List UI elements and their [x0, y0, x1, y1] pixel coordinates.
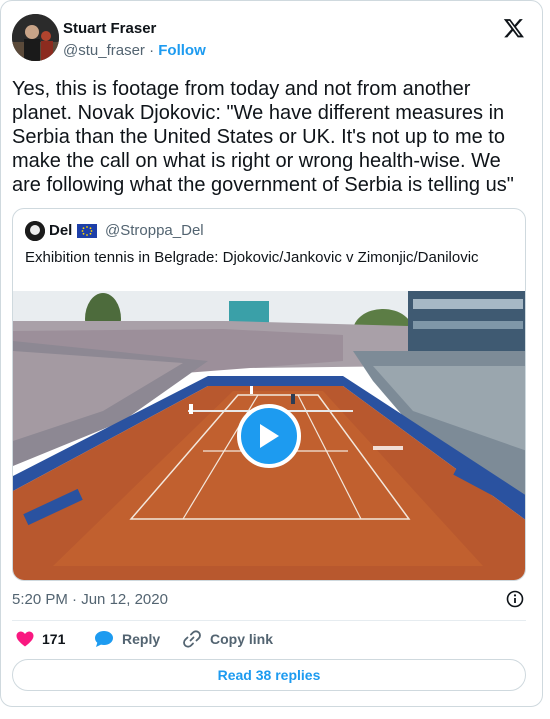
eu-flag-icon: [77, 224, 97, 238]
video-player[interactable]: [13, 291, 525, 580]
copy-link-label: Copy link: [210, 631, 274, 647]
reply-button[interactable]: Reply: [94, 628, 160, 650]
quoted-author-name[interactable]: Del: [49, 221, 72, 241]
quoted-tweet[interactable]: Del @Stroppa_Del Exhibition tennis in Be…: [12, 208, 526, 581]
read-replies-button[interactable]: Read 38 replies: [12, 659, 526, 691]
author-handle[interactable]: @stu_fraser: [63, 42, 145, 59]
timestamp[interactable]: 5:20 PM · Jun 12, 2020: [12, 590, 168, 610]
link-icon: [183, 630, 201, 648]
tweet-card: Stuart Fraser @stu_fraser · Follow Yes, …: [0, 0, 543, 707]
divider: [12, 620, 526, 621]
separator-dot: ·: [72, 591, 78, 608]
heart-icon: [16, 631, 34, 647]
time: 5:20 PM: [12, 591, 68, 608]
quoted-text: Exhibition tennis in Belgrade: Djokovic/…: [25, 249, 479, 266]
reply-label: Reply: [122, 631, 161, 647]
play-button[interactable]: [237, 404, 301, 468]
play-icon: [260, 424, 279, 448]
speech-bubble-icon: [95, 631, 113, 647]
x-logo-icon[interactable]: [503, 17, 525, 39]
separator-dot: ·: [149, 42, 155, 59]
copy-link-button[interactable]: Copy link: [182, 628, 273, 650]
read-replies-label: Read 38 replies: [217, 667, 321, 683]
author-avatar[interactable]: [12, 14, 59, 61]
date: Jun 12, 2020: [81, 591, 168, 608]
info-icon[interactable]: [506, 590, 524, 608]
quoted-author-handle[interactable]: @Stroppa_Del: [105, 221, 204, 241]
like-button[interactable]: 171: [16, 628, 65, 650]
tweet-text: Yes, this is footage from today and not …: [12, 78, 514, 196]
quoted-avatar[interactable]: [25, 221, 45, 241]
author-handle-line: @stu_fraser · Follow: [63, 41, 206, 61]
follow-button[interactable]: Follow: [158, 42, 206, 59]
likes-count: 171: [42, 631, 66, 647]
author-name[interactable]: Stuart Fraser: [63, 19, 156, 39]
